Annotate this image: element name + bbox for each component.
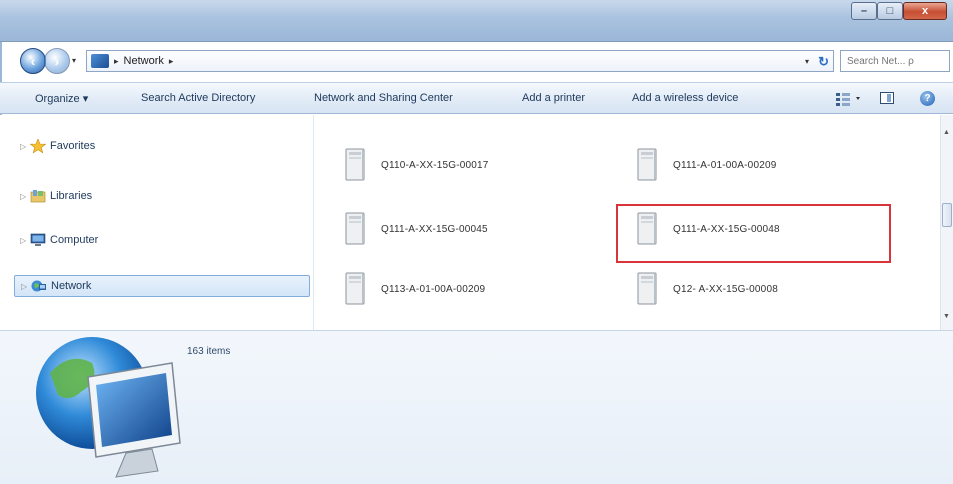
back-arrow-icon: ‹ xyxy=(30,53,36,69)
computer-name: Q113-A-01-00A-00209 xyxy=(381,283,486,295)
file-list: Q110-A-XX-15G-00017 Q111-A-01-00A-00209 … xyxy=(315,115,939,330)
computer-name: Q111-A-01-00A-00209 xyxy=(673,159,777,171)
refresh-icon[interactable]: ↻ xyxy=(818,54,829,70)
computer-item[interactable]: Q111-A-01-00A-00209 xyxy=(635,143,777,187)
expand-arrow-icon[interactable]: ▷ xyxy=(20,142,30,151)
maximize-button[interactable]: □ xyxy=(877,2,903,20)
scroll-down-icon[interactable]: ▼ xyxy=(943,313,950,320)
address-bar[interactable]: ▸ Network ▸ ▾ ↻ xyxy=(86,50,834,72)
expand-arrow-icon[interactable]: ▷ xyxy=(21,282,31,291)
address-dropdown-icon[interactable]: ▾ xyxy=(805,57,809,66)
nav-item-label: Libraries xyxy=(50,190,93,202)
computer-name: Q12- A-XX-15G-00008 xyxy=(673,283,778,295)
help-icon[interactable]: ? xyxy=(920,91,935,106)
nav-item-label: Favorites xyxy=(50,140,96,152)
window-controls: – □ x xyxy=(851,2,947,20)
scroll-up-icon[interactable]: ▲ xyxy=(943,129,950,136)
computer-tower-icon xyxy=(637,272,657,305)
forward-button[interactable]: › xyxy=(44,48,70,74)
change-view-icon[interactable] xyxy=(834,91,864,107)
nav-item-network[interactable]: ▷ Network xyxy=(14,275,310,297)
preview-pane-icon[interactable] xyxy=(880,92,894,104)
vertical-scrollbar[interactable]: ▲ ▼ xyxy=(940,115,953,330)
title-bar: – □ x xyxy=(0,0,953,42)
item-count: 163 items xyxy=(187,346,231,357)
computer-name: Q111-A-XX-15G-00045 xyxy=(381,223,488,235)
minimize-button[interactable]: – xyxy=(851,2,877,20)
nav-item-label: Network xyxy=(51,280,92,292)
computer-tower-icon xyxy=(345,148,365,181)
search-box[interactable] xyxy=(840,50,950,72)
add-printer-button[interactable]: Add a printer xyxy=(522,92,585,104)
breadcrumb-separator-icon[interactable]: ▸ xyxy=(114,56,119,67)
close-button[interactable]: x xyxy=(903,2,947,20)
expand-arrow-icon[interactable]: ▷ xyxy=(20,192,30,201)
computer-tower-icon xyxy=(345,212,365,245)
network-globe-icon xyxy=(36,337,181,478)
scroll-thumb[interactable] xyxy=(942,203,952,227)
nav-item-computer[interactable]: ▷ Computer xyxy=(20,229,98,251)
network-icon xyxy=(31,280,46,292)
libraries-icon xyxy=(30,190,46,203)
computer-tower-icon xyxy=(345,272,365,305)
nav-item-favorites[interactable]: ▷ Favorites xyxy=(20,135,95,157)
recent-pages-dropdown-icon[interactable]: ▾ xyxy=(72,56,76,65)
computer-name: Q110-A-XX-15G-00017 xyxy=(381,159,489,171)
organize-button[interactable]: Organize ▾ xyxy=(35,92,88,105)
computer-tower-icon xyxy=(637,148,657,181)
command-bar: Organize ▾ Search Active Directory Netwo… xyxy=(0,82,953,114)
network-sharing-center-button[interactable]: Network and Sharing Center xyxy=(314,92,453,104)
breadcrumb-network[interactable]: Network xyxy=(124,55,164,67)
computer-item[interactable]: Q12- A-XX-15G-00008 xyxy=(635,267,778,311)
back-button[interactable]: ‹ xyxy=(20,48,46,74)
computer-icon xyxy=(30,233,46,246)
nav-item-libraries[interactable]: ▷ Libraries xyxy=(20,185,92,207)
selection-highlight-box xyxy=(616,204,891,263)
address-row: ‹ › ▾ ▸ Network ▸ ▾ ↻ xyxy=(0,46,953,78)
star-icon xyxy=(30,139,46,153)
search-active-directory-button[interactable]: Search Active Directory xyxy=(141,92,255,104)
computer-item[interactable]: Q111-A-XX-15G-00045 xyxy=(343,207,488,251)
nav-item-label: Computer xyxy=(50,234,99,246)
computer-item[interactable]: Q110-A-XX-15G-00017 xyxy=(343,143,489,187)
forward-arrow-icon: › xyxy=(54,53,60,69)
navigation-pane: ▷ Favorites ▷ Libraries ▷ Computer ▷ Net… xyxy=(0,115,314,330)
computer-item[interactable]: Q113-A-01-00A-00209 xyxy=(343,267,485,311)
add-wireless-device-button[interactable]: Add a wireless device xyxy=(632,92,738,104)
expand-arrow-icon[interactable]: ▷ xyxy=(20,236,30,245)
search-input[interactable] xyxy=(847,55,935,67)
breadcrumb-chevron-icon[interactable]: ▸ xyxy=(169,56,174,67)
network-icon xyxy=(91,54,109,68)
details-pane: 163 items xyxy=(0,330,953,484)
